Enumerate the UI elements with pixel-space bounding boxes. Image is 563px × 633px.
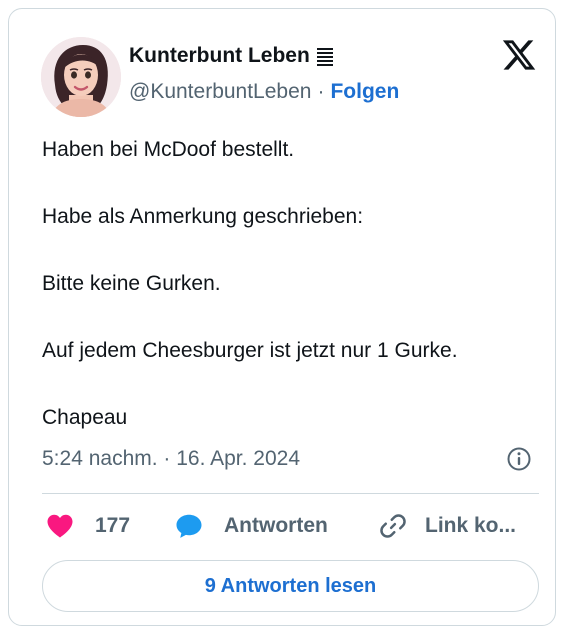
info-icon[interactable] (506, 446, 532, 472)
tweet-line: Chapeau (42, 406, 128, 429)
speech-bubble-icon (174, 511, 204, 541)
author-name[interactable]: Kunterbunt Leben (129, 44, 310, 68)
read-replies-button[interactable]: 9 Antworten lesen (42, 560, 539, 612)
heart-icon (45, 511, 75, 541)
avatar-image (41, 37, 121, 117)
copy-link-label: Link ko... (425, 514, 517, 537)
follow-button[interactable]: Folgen (330, 80, 399, 104)
separator-dot: · (317, 80, 325, 103)
x-logo-icon[interactable] (501, 37, 537, 73)
avatar[interactable] (41, 37, 121, 117)
tweet-timestamp[interactable]: 5:24 nachm. · 16. Apr. 2024 (42, 447, 300, 471)
tweet-card: Kunterbunt Leben @KunterbuntLeben · Folg… (8, 8, 556, 626)
handle-row: @KunterbuntLeben · Folgen (129, 80, 399, 104)
divider (42, 493, 539, 494)
tweet-line: Haben bei McDoof bestellt. (42, 138, 295, 161)
link-icon (378, 511, 408, 541)
like-button[interactable]: 177 (45, 511, 130, 541)
tweet-line: Auf jedem Cheesburger ist jetzt nur 1 Gu… (42, 339, 458, 362)
like-count: 177 (95, 514, 131, 537)
reply-button[interactable]: Antworten (174, 511, 328, 541)
reply-label: Antworten (224, 514, 328, 537)
tweet-text: Haben bei McDoof bestellt. Habe als Anme… (42, 137, 542, 430)
copy-link-button[interactable]: Link ko... (378, 511, 516, 541)
book-emoji-icon (316, 46, 334, 66)
tweet-line: Bitte keine Gurken. (42, 272, 221, 295)
author-name-row[interactable]: Kunterbunt Leben (129, 44, 334, 68)
author-handle[interactable]: @KunterbuntLeben (129, 80, 311, 104)
tweet-line: Habe als Anmerkung geschrieben: (42, 205, 364, 228)
